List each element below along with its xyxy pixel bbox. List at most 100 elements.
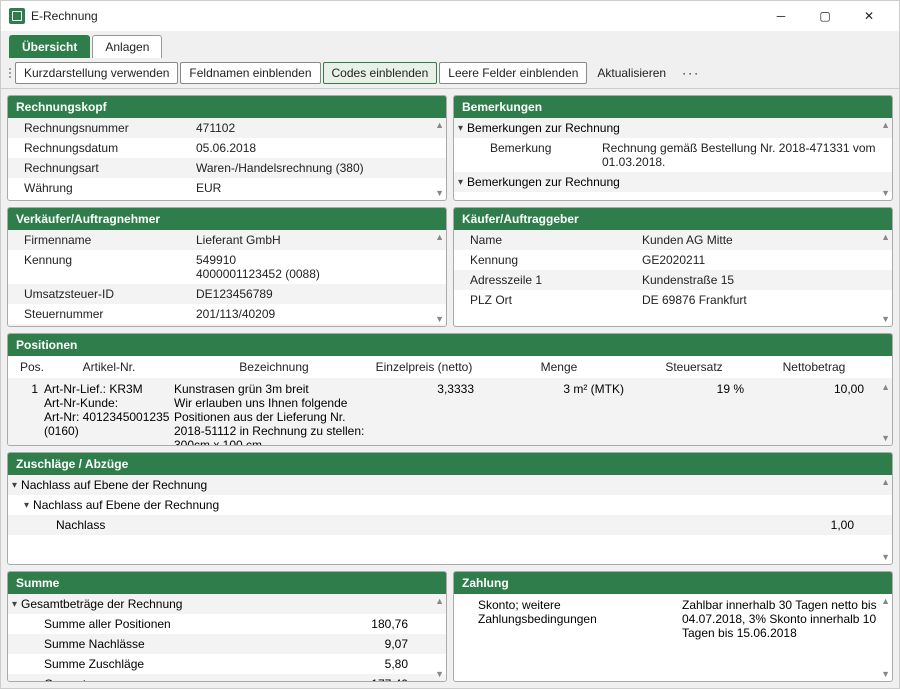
value: 9,07 — [276, 637, 438, 651]
label: Kennung — [462, 253, 642, 267]
scroll-down-icon[interactable]: ▼ — [435, 188, 444, 198]
tool-refresh[interactable]: Aktualisieren — [589, 63, 674, 83]
panel-summe: Summe ▾ Gesamtbeträge der Rechnung Summe … — [7, 571, 447, 682]
tab-overview[interactable]: Übersicht — [9, 35, 90, 58]
scroll-up-icon[interactable]: ▲ — [435, 232, 444, 242]
label: Rechnungsart — [16, 161, 196, 175]
panel-rechnungskopf: Rechnungskopf Rechnungsnummer471102 Rech… — [7, 95, 447, 201]
value: EUR — [196, 181, 438, 195]
group-gesamtbetraege[interactable]: ▾ Gesamtbeträge der Rechnung — [8, 594, 446, 614]
group-label: Nachlass auf Ebene der Rechnung — [33, 498, 219, 512]
value: 177,49 — [276, 677, 438, 681]
tool-show-empty[interactable]: Leere Felder einblenden — [439, 62, 587, 84]
value: 1,00 — [276, 518, 884, 532]
panel-positionen: Positionen Pos. Artikel-Nr. Bezeichnung … — [7, 333, 893, 446]
label: Bemerkung — [462, 141, 602, 169]
chevron-down-icon: ▾ — [12, 599, 17, 610]
label: Summe Zuschläge — [16, 657, 276, 671]
label: PLZ Ort — [462, 293, 642, 307]
scroll-up-icon[interactable]: ▲ — [881, 382, 890, 392]
group-nachlass[interactable]: ▾ Nachlass auf Ebene der Rechnung — [8, 475, 892, 495]
panel-header: Positionen — [8, 334, 892, 356]
subgroup-nachlass[interactable]: ▾ Nachlass auf Ebene der Rechnung — [8, 495, 892, 515]
chevron-down-icon: ▾ — [24, 500, 29, 511]
scroll-down-icon[interactable]: ▼ — [435, 314, 444, 324]
cell-bezeichnung: Kunstrasen grün 3m breit Wir erlauben un… — [174, 382, 374, 445]
window-title: E-Rechnung — [31, 9, 759, 23]
panel-verkaeufer: Verkäufer/Auftragnehmer FirmennameLiefer… — [7, 207, 447, 327]
label: Gesamtsumme — [16, 677, 276, 681]
cell-artikel: Art-Nr-Lief.: KR3M Art-Nr-Kunde: Art-Nr:… — [44, 382, 174, 438]
value: Kunden AG Mitte — [642, 233, 884, 247]
col-menge: Menge — [494, 360, 644, 374]
tool-show-codes[interactable]: Codes einblenden — [323, 62, 438, 84]
label: Steuernummer — [16, 307, 196, 321]
value: Kundenstraße 15 — [642, 273, 884, 287]
scroll-up-icon[interactable]: ▲ — [435, 596, 444, 606]
value: Rechnung gemäß Bestellung Nr. 2018-47133… — [602, 141, 884, 169]
label: Rechnungsnummer — [16, 121, 196, 135]
label: Adresszeile 1 — [462, 273, 642, 287]
scroll-down-icon[interactable]: ▼ — [881, 314, 890, 324]
label: Nachlass — [16, 518, 276, 532]
panel-header: Summe — [8, 572, 446, 594]
group-bemerkungen[interactable]: ▾Bemerkungen zur Rechnung — [454, 118, 892, 138]
panel-header: Zuschläge / Abzüge — [8, 453, 892, 475]
minimize-button[interactable]: ─ — [759, 2, 803, 30]
col-steuersatz: Steuersatz — [644, 360, 764, 374]
label: Name — [462, 233, 642, 247]
label: Summe aller Positionen — [16, 617, 276, 631]
value: Lieferant GmbH — [196, 233, 438, 247]
scroll-down-icon[interactable]: ▼ — [881, 669, 890, 679]
group-bemerkungen-2[interactable]: ▾Bemerkungen zur Rechnung — [454, 172, 892, 192]
value: 471102 — [196, 121, 438, 135]
label: Währung — [16, 181, 196, 195]
maximize-button[interactable]: ▢ — [803, 2, 847, 30]
cell-einzelpreis: 3,3333 — [374, 382, 494, 396]
label: Summe Nachlässe — [16, 637, 276, 651]
toolbar-overflow-icon[interactable]: ··· — [676, 66, 706, 80]
panel-zahlung: Zahlung Skonto; weitere Zahlungsbedingun… — [453, 571, 893, 682]
scroll-down-icon[interactable]: ▼ — [881, 433, 890, 443]
cell-nettobetrag: 10,00 — [764, 382, 884, 396]
value: 5,80 — [276, 657, 438, 671]
col-einzelpreis: Einzelpreis (netto) — [374, 360, 494, 374]
panel-header: Zahlung — [454, 572, 892, 594]
panel-header: Rechnungskopf — [8, 96, 446, 118]
value: DE 69876 Frankfurt — [642, 293, 884, 307]
group-label: Nachlass auf Ebene der Rechnung — [21, 478, 207, 492]
value: 180,76 — [276, 617, 438, 631]
app-icon — [9, 8, 25, 24]
chevron-down-icon: ▾ — [12, 480, 17, 491]
value: 05.06.2018 — [196, 141, 438, 155]
label: Umsatzsteuer-ID — [16, 287, 196, 301]
close-button[interactable]: ✕ — [847, 2, 891, 30]
toolbar: Kurzdarstellung verwenden Feldnamen einb… — [1, 58, 899, 89]
position-row[interactable]: 1 Art-Nr-Lief.: KR3M Art-Nr-Kunde: Art-N… — [8, 378, 892, 445]
scroll-down-icon[interactable]: ▼ — [435, 669, 444, 679]
scroll-up-icon[interactable]: ▲ — [881, 232, 890, 242]
panel-header: Bemerkungen — [454, 96, 892, 118]
col-pos: Pos. — [16, 360, 44, 374]
group-label: Bemerkungen zur Rechnung — [467, 175, 620, 189]
col-nettobetrag: Nettobetrag — [764, 360, 884, 374]
value: DE123456789 — [196, 287, 438, 301]
scroll-down-icon[interactable]: ▼ — [881, 552, 890, 562]
tab-attachments[interactable]: Anlagen — [92, 35, 162, 58]
label: Skonto; weitere Zahlungsbedingungen — [462, 598, 662, 640]
cell-pos: 1 — [16, 382, 44, 396]
panel-bemerkungen: Bemerkungen ▾Bemerkungen zur Rechnung Be… — [453, 95, 893, 201]
scroll-up-icon[interactable]: ▲ — [881, 120, 890, 130]
positions-header: Pos. Artikel-Nr. Bezeichnung Einzelpreis… — [8, 356, 892, 378]
group-label: Gesamtbeträge der Rechnung — [21, 597, 182, 611]
value: Waren-/Handelsrechnung (380) — [196, 161, 438, 175]
tool-short-view[interactable]: Kurzdarstellung verwenden — [15, 62, 178, 84]
value: Zahlbar innerhalb 30 Tagen netto bis 04.… — [682, 598, 884, 640]
scroll-up-icon[interactable]: ▲ — [881, 477, 890, 487]
tool-field-names[interactable]: Feldnamen einblenden — [180, 62, 320, 84]
scroll-up-icon[interactable]: ▲ — [435, 120, 444, 130]
col-artikel: Artikel-Nr. — [44, 360, 174, 374]
panel-header: Käufer/Auftraggeber — [454, 208, 892, 230]
scroll-down-icon[interactable]: ▼ — [881, 188, 890, 198]
scroll-up-icon[interactable]: ▲ — [881, 596, 890, 606]
